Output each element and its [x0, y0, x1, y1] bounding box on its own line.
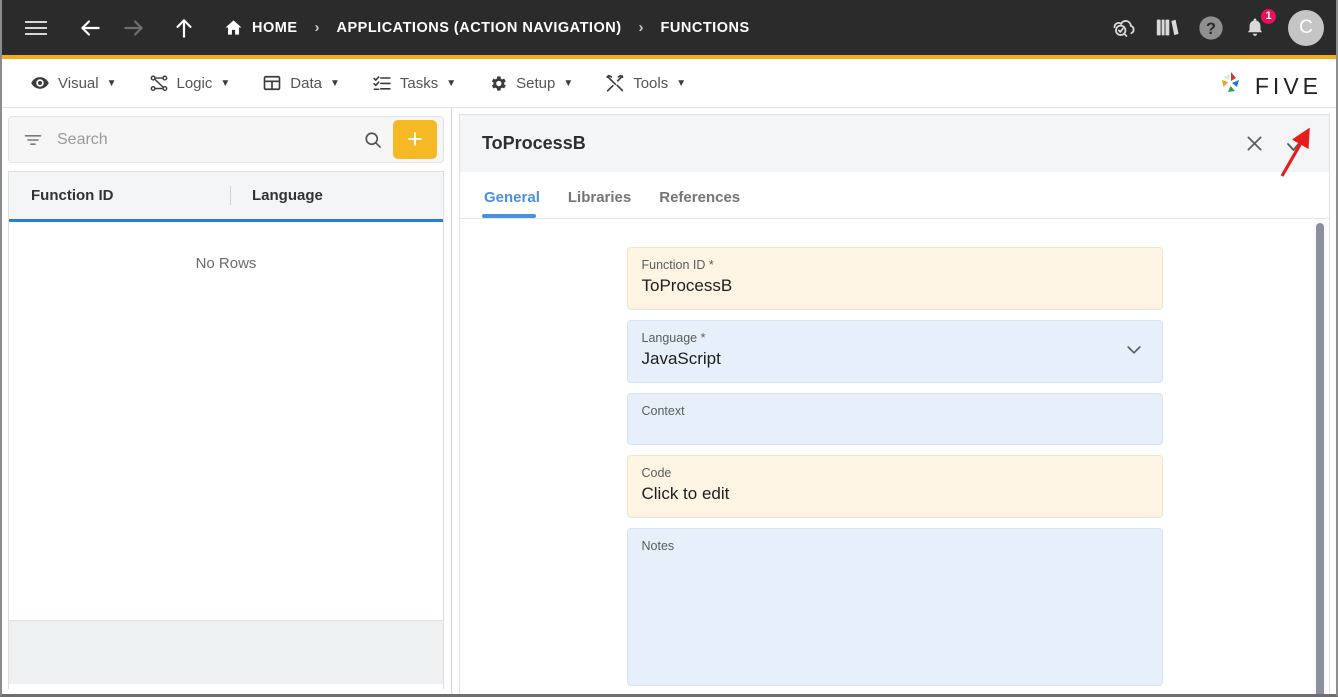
menu-item-label: Setup: [516, 74, 556, 92]
menu-item-tasks[interactable]: Tasks ▼: [356, 67, 472, 99]
detail-header: ToProcessB: [459, 114, 1330, 172]
field-label: Language *: [641, 331, 706, 345]
top-navigation-bar: HOME › APPLICATIONS (ACTION NAVIGATION) …: [0, 0, 1338, 55]
menu-item-data[interactable]: Data ▼: [246, 67, 356, 99]
add-function-button[interactable]: +: [393, 120, 437, 159]
confirm-button[interactable]: [1275, 124, 1317, 164]
detail-tabs: General Libraries References: [459, 172, 1330, 219]
field-label: Function ID *: [641, 258, 714, 272]
search-bar[interactable]: +: [8, 116, 444, 163]
home-icon: [224, 18, 243, 37]
tools-icon: [605, 73, 625, 93]
form-vertical-scrollbar[interactable]: [1313, 219, 1327, 696]
chevron-down-icon: ▼: [563, 77, 574, 89]
search-icon[interactable]: [359, 130, 387, 150]
logic-nodes-icon: [149, 73, 169, 93]
eye-icon: [30, 73, 50, 93]
help-icon[interactable]: ?: [1196, 13, 1226, 43]
breadcrumb-item-home[interactable]: HOME: [220, 0, 302, 55]
general-tab-form: Function ID * ToProcessB Language * Java…: [459, 219, 1330, 697]
chevron-down-icon: ▼: [446, 77, 457, 89]
application-window: HOME › APPLICATIONS (ACTION NAVIGATION) …: [0, 0, 1338, 697]
five-logo-mark: [1215, 68, 1247, 105]
gear-icon: [488, 73, 508, 93]
column-header-language[interactable]: Language: [229, 172, 443, 219]
page-title: ToProcessB: [482, 133, 586, 153]
field-function-id[interactable]: Function ID * ToProcessB: [626, 247, 1163, 310]
menu-item-logic[interactable]: Logic ▼: [133, 67, 247, 99]
filter-icon[interactable]: [23, 130, 45, 150]
bell-icon[interactable]: 1: [1240, 7, 1277, 43]
scrollbar-thumb[interactable]: [1316, 223, 1324, 696]
functions-grid: Function ID Language No Rows: [8, 171, 444, 689]
menu-item-tools[interactable]: Tools ▼: [589, 67, 702, 99]
field-value: JavaScript: [641, 349, 721, 368]
no-rows-message: No Rows: [195, 255, 257, 272]
breadcrumb-label: HOME: [252, 19, 298, 36]
avatar[interactable]: C: [1288, 9, 1324, 46]
breadcrumb-label: APPLICATIONS (ACTION NAVIGATION): [336, 19, 622, 36]
main-menu-bar: Visual ▼ Logic ▼ Data ▼ Tasks ▼ Setup ▼ …: [0, 59, 1338, 107]
column-header-function-id[interactable]: Function ID: [9, 172, 230, 219]
menu-item-label: Tasks: [399, 74, 439, 92]
breadcrumb-item-applications[interactable]: APPLICATIONS (ACTION NAVIGATION): [333, 0, 626, 55]
breadcrumb-separator: ›: [638, 19, 644, 36]
field-code[interactable]: Code Click to edit: [626, 455, 1163, 518]
table-icon: [262, 73, 282, 93]
arrow-right-icon[interactable]: [112, 0, 156, 55]
field-label: Context: [641, 404, 685, 418]
breadcrumb-label: FUNCTIONS: [660, 19, 750, 36]
breadcrumb-separator: ›: [314, 19, 320, 36]
tab-libraries[interactable]: Libraries: [554, 189, 645, 218]
arrow-up-icon[interactable]: [162, 0, 206, 55]
grid-header-row: Function ID Language: [9, 172, 443, 222]
menu-item-label: Tools: [633, 74, 669, 92]
breadcrumb-item-functions[interactable]: FUNCTIONS: [657, 0, 754, 55]
svg-text:?: ?: [1206, 19, 1216, 37]
menu-item-visual[interactable]: Visual ▼: [14, 67, 133, 99]
functions-list-panel: + Function ID Language No Rows: [0, 108, 452, 697]
tab-general[interactable]: General: [482, 189, 554, 218]
grid-footer: [9, 620, 443, 684]
field-label: Code: [641, 466, 672, 480]
field-notes[interactable]: Notes: [626, 528, 1163, 686]
arrow-left-icon[interactable]: [68, 0, 112, 55]
field-context[interactable]: Context: [626, 393, 1163, 445]
notification-badge: 1: [1260, 7, 1277, 25]
hamburger-icon[interactable]: [14, 0, 58, 55]
menu-item-label: Data: [290, 74, 322, 92]
field-language[interactable]: Language * JavaScript: [626, 320, 1163, 383]
menu-item-label: Logic: [176, 74, 213, 92]
cloud-check-icon[interactable]: [1108, 13, 1138, 43]
field-value: [642, 419, 1146, 427]
chevron-down-icon[interactable]: [1124, 339, 1144, 364]
top-nav-right-group: ? 1 C: [1108, 0, 1324, 55]
tab-references[interactable]: References: [645, 189, 754, 218]
five-logo-text: FIVE: [1254, 73, 1322, 99]
books-icon[interactable]: [1152, 13, 1182, 43]
search-input[interactable]: [45, 130, 359, 149]
chevron-down-icon: ▼: [676, 77, 687, 89]
menu-item-label: Visual: [58, 74, 99, 92]
menu-item-setup[interactable]: Setup ▼: [472, 67, 589, 99]
field-label: Notes: [641, 539, 675, 553]
field-value: ToProcessB: [641, 276, 733, 295]
top-nav-left-group: HOME › APPLICATIONS (ACTION NAVIGATION) …: [0, 0, 754, 55]
checklist-icon: [372, 73, 392, 93]
chevron-down-icon: ▼: [329, 77, 340, 89]
chevron-down-icon: ▼: [106, 77, 117, 89]
function-detail-panel: ToProcessB General Libraries References …: [453, 108, 1338, 697]
five-logo: FIVE: [1215, 68, 1322, 105]
field-value: Click to edit: [641, 484, 730, 503]
close-icon[interactable]: [1233, 124, 1275, 164]
grid-body: No Rows: [9, 222, 443, 620]
chevron-down-icon: ▼: [220, 77, 231, 89]
